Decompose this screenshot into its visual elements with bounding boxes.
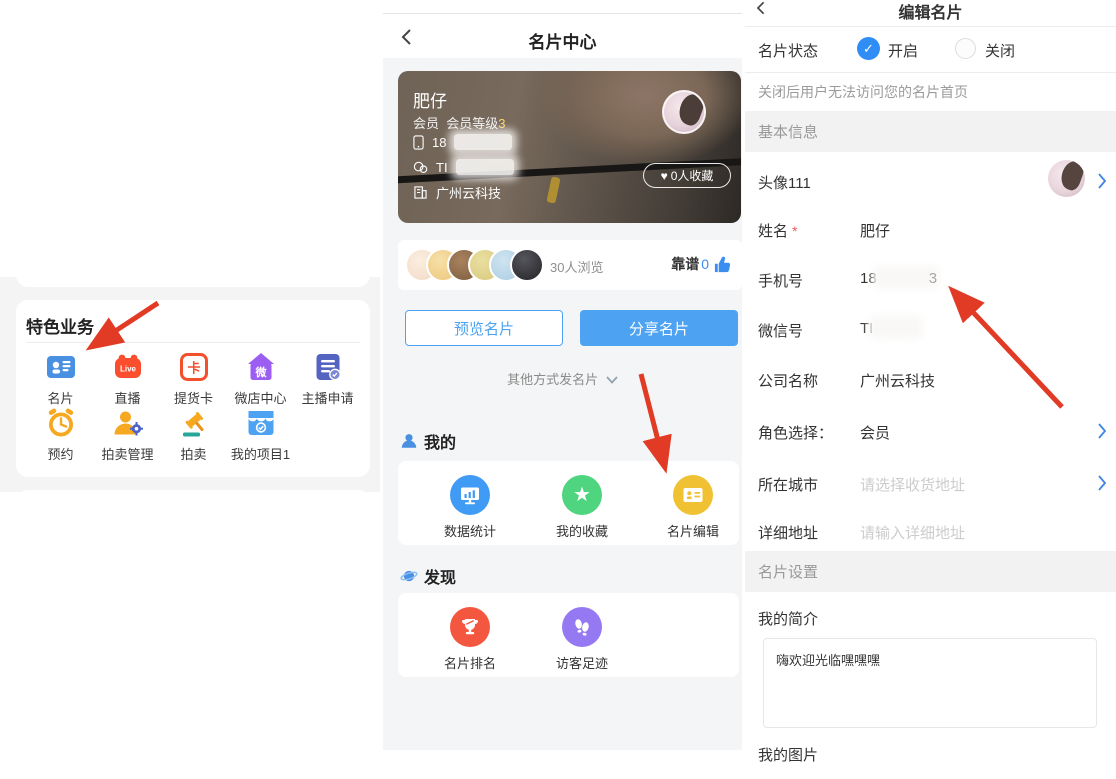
feature-item-business-card[interactable]: 名片 <box>27 352 94 407</box>
person-icon <box>400 432 418 450</box>
mine-item-favorites[interactable]: ★ 我的收藏 <box>537 475 627 540</box>
mine-card: 数据统计 ★ 我的收藏 名片编辑 <box>398 461 739 545</box>
views-count: 30人浏览 <box>550 257 603 276</box>
feature-label: 拍卖 <box>160 444 227 463</box>
profile-card: 肥仔 会员 会员等级3 18 TI 广州云科技 ♥0人收藏 <box>398 71 741 223</box>
feature-item-pickup-card[interactable]: 卡 提货卡 <box>160 352 227 407</box>
footprints-icon <box>562 607 602 647</box>
divider <box>383 13 742 14</box>
svg-text:卡: 卡 <box>187 361 200 376</box>
pickup-card-icon: 卡 <box>179 352 209 382</box>
feature-label: 拍卖管理 <box>94 444 161 463</box>
planet-icon <box>400 567 418 585</box>
section-card-settings: 名片设置 <box>745 551 1116 592</box>
share-card-button[interactable]: 分享名片 <box>580 310 738 346</box>
statistics-icon <box>450 475 490 515</box>
discover-card: 名片排名 访客足迹 <box>398 593 739 677</box>
discover-item-ranking[interactable]: 名片排名 <box>425 607 515 672</box>
feature-item-auction[interactable]: 拍卖 <box>160 408 227 463</box>
intro-textarea[interactable]: 嗨欢迎光临嘿嘿嘿 <box>763 638 1097 728</box>
other-share-toggle[interactable]: 其他方式发名片 <box>383 369 742 388</box>
viewer-avatar <box>510 248 544 282</box>
mine-item-statistics[interactable]: 数据统计 <box>425 475 515 540</box>
feature-label: 微店中心 <box>227 388 294 407</box>
profile-company-row: 广州云科技 <box>413 183 501 201</box>
avatar[interactable] <box>662 90 706 134</box>
mine-section-header: 我的 <box>400 429 456 453</box>
card-center-panel: 名片中心 肥仔 会员 会员等级3 18 TI 广州云科技 ♥0人收藏 <box>383 0 742 779</box>
svg-text:微: 微 <box>254 365 267 379</box>
feature-label: 名片 <box>27 388 94 407</box>
city-placeholder: 请选择收货地址 <box>860 474 965 495</box>
divider <box>745 72 1116 73</box>
gavel-icon <box>179 408 209 438</box>
radio-on-selected[interactable]: ✓ <box>857 37 880 60</box>
feature-label: 直播 <box>94 388 161 407</box>
svg-text:Live: Live <box>119 365 136 374</box>
avatar-detail <box>675 91 706 128</box>
chevron-down-icon <box>606 376 618 384</box>
profile-membership: 会员 会员等级3 <box>413 113 506 132</box>
page-title: 编辑名片 <box>745 0 1116 23</box>
card-edit-icon <box>673 475 713 515</box>
feature-item-auction-manage[interactable]: 拍卖管理 <box>94 408 161 463</box>
chevron-right-icon <box>1096 474 1108 492</box>
heart-icon: ♥ <box>661 169 668 183</box>
feature-item-anchor-apply[interactable]: 主播申请 <box>294 352 361 407</box>
chevron-right-icon <box>1096 422 1108 440</box>
masked-phone <box>454 134 512 150</box>
address-placeholder: 请输入详细地址 <box>860 522 965 543</box>
page-title: 名片中心 <box>383 28 742 53</box>
profile-name: 肥仔 <box>413 87 447 112</box>
live-tv-icon: Live <box>113 352 143 382</box>
profile-phone-row: 18 <box>413 133 512 151</box>
feature-item-live[interactable]: Live 直播 <box>94 352 161 407</box>
preview-card-button[interactable]: 预览名片 <box>405 310 563 346</box>
profile-wechat-row: TI <box>413 158 514 176</box>
company-icon <box>413 186 428 199</box>
left-upper-card <box>16 150 370 287</box>
views-row: 30人浏览 靠谱0 <box>398 240 742 290</box>
phone-icon <box>413 135 424 150</box>
avatar-thumbnail <box>1048 160 1085 197</box>
left-lower-card <box>16 490 370 540</box>
wechat-icon <box>413 161 428 174</box>
divider <box>26 342 360 343</box>
favorites-button[interactable]: ♥0人收藏 <box>643 163 731 188</box>
ranking-trophy-icon <box>450 607 490 647</box>
business-card-icon <box>46 352 76 382</box>
featured-services-card: 特色业务 名片 Live 直播 卡 提货卡 微 微店中心 主播申请 预约 拍卖管… <box>16 300 370 477</box>
section-basic-info: 基本信息 <box>745 111 1116 152</box>
photo-detail <box>546 177 560 204</box>
divider <box>745 26 1116 27</box>
feature-label: 提货卡 <box>160 388 227 407</box>
discover-section-header: 发现 <box>400 564 456 588</box>
feature-item-appointment[interactable]: 预约 <box>27 408 94 463</box>
anchor-apply-icon <box>313 352 343 382</box>
storefront-icon <box>246 408 276 438</box>
mine-item-card-edit[interactable]: 名片编辑 <box>648 475 738 540</box>
edit-card-panel: 编辑名片 名片状态 ✓ 开启 关闭 关闭后用户无法访问您的名片首页 基本信息 头… <box>745 0 1116 779</box>
feature-item-micro-shop[interactable]: 微 微店中心 <box>227 352 294 407</box>
thumbs-up-icon <box>713 255 732 274</box>
reliable-rating[interactable]: 靠谱0 <box>671 254 732 274</box>
feature-label: 预约 <box>27 444 94 463</box>
feature-label: 主播申请 <box>294 388 361 407</box>
feature-item-my-project[interactable]: 我的项目1 <box>227 408 294 463</box>
feature-label: 我的项目1 <box>227 444 294 463</box>
alarm-clock-icon <box>46 408 76 438</box>
discover-item-footprints[interactable]: 访客足迹 <box>537 607 627 672</box>
chevron-right-icon <box>1096 172 1108 190</box>
required-mark: * <box>792 223 797 239</box>
featured-services-title: 特色业务 <box>26 313 94 338</box>
avatar-detail <box>1058 160 1085 193</box>
micro-shop-icon: 微 <box>246 352 276 382</box>
auction-manage-icon <box>113 408 143 438</box>
masked-phone <box>877 270 935 285</box>
masked-wechat <box>456 159 514 175</box>
favorites-icon: ★ <box>562 475 602 515</box>
radio-off[interactable] <box>955 38 976 59</box>
masked-wechat <box>873 320 919 335</box>
